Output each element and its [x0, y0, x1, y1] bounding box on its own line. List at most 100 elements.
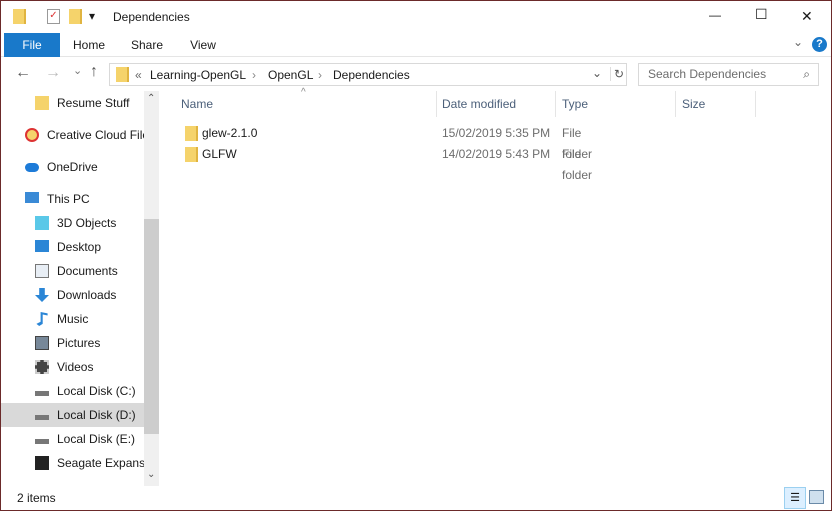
- window-title: Dependencies: [113, 10, 190, 24]
- breadcrumb-separator[interactable]: ›: [318, 68, 322, 82]
- file-date: 14/02/2019 5:43 PM: [442, 147, 551, 161]
- creative-cloud-icon: [25, 128, 39, 142]
- sidebar-item[interactable]: 3D Objects: [1, 211, 144, 235]
- sidebar-item-label: Documents: [57, 264, 118, 278]
- breadcrumb-opengl[interactable]: OpenGL: [268, 68, 313, 82]
- refresh-button[interactable]: ↻: [610, 67, 624, 81]
- music-icon: [36, 312, 48, 326]
- sidebar-item[interactable]: Local Disk (D:): [1, 403, 144, 427]
- folder-icon: [116, 67, 129, 82]
- customize-qat-icon[interactable]: ▾: [89, 9, 95, 23]
- sidebar-item[interactable]: Local Disk (C:): [1, 379, 144, 403]
- new-folder-icon[interactable]: [69, 9, 82, 24]
- maximize-button[interactable]: ☐: [755, 6, 768, 23]
- breadcrumb-learning-opengl[interactable]: Learning-OpenGL: [150, 68, 246, 82]
- recent-locations-button[interactable]: ⌄: [73, 64, 82, 77]
- sidebar-item[interactable]: Resume Stuff: [1, 91, 144, 115]
- sidebar-item[interactable]: Local Disk (E:): [1, 427, 144, 451]
- item-count: 2 items: [17, 491, 56, 505]
- sidebar-item-label: Pictures: [57, 336, 101, 350]
- scroll-down-icon[interactable]: ⌄: [147, 469, 155, 480]
- file-type: File folder: [562, 147, 593, 182]
- sidebar-item-label: Local Disk (C:): [57, 384, 136, 398]
- navigation-bar: ← → ⌄ ↑ « Learning-OpenGL › OpenGL › Dep…: [1, 59, 831, 89]
- file-row[interactable]: GLFW 14/02/2019 5:43 PM File folder: [179, 144, 599, 182]
- close-button[interactable]: ✕: [801, 8, 813, 25]
- minimize-button[interactable]: —: [709, 8, 721, 22]
- column-header-name[interactable]: Name: [175, 91, 437, 117]
- pc-icon: [25, 192, 39, 203]
- sidebar-item[interactable]: Documents: [1, 259, 144, 283]
- address-bar[interactable]: « Learning-OpenGL › OpenGL › Dependencie…: [109, 63, 627, 86]
- disk-icon: [35, 415, 49, 420]
- address-dropdown-icon[interactable]: ⌄: [592, 66, 602, 80]
- sidebar-item[interactable]: Downloads: [1, 283, 144, 307]
- documents-icon: [35, 264, 49, 278]
- sidebar-item[interactable]: Seagate Expansion Drive: [1, 451, 144, 475]
- external-drive-icon: [35, 456, 49, 470]
- status-bar: 2 items ☰: [1, 487, 831, 511]
- sidebar-item[interactable]: Music: [1, 307, 144, 331]
- forward-button[interactable]: →: [45, 64, 61, 82]
- back-button[interactable]: ←: [15, 64, 31, 82]
- file-name: glew-2.1.0: [202, 126, 258, 140]
- scroll-up-icon[interactable]: ⌃: [147, 93, 155, 104]
- tab-file[interactable]: File: [4, 33, 60, 57]
- sidebar-item-label: Local Disk (D:): [57, 408, 136, 422]
- folder-icon: [13, 9, 26, 24]
- large-icons-view-button[interactable]: [809, 490, 824, 504]
- file-name: GLFW: [202, 147, 237, 161]
- sidebar-item-label: OneDrive: [47, 160, 98, 174]
- sidebar-item-label: Resume Stuff: [57, 96, 130, 110]
- ribbon: File Home Share View ⌄ ?: [1, 33, 831, 57]
- sidebar-item-label: Desktop: [57, 240, 102, 254]
- folder-icon: [185, 147, 198, 162]
- sidebar-item[interactable]: This PC: [1, 187, 144, 211]
- search-input[interactable]: Search Dependencies ⌕: [638, 63, 819, 86]
- help-icon[interactable]: ?: [812, 37, 827, 52]
- scrollbar-thumb[interactable]: [144, 219, 159, 434]
- file-row[interactable]: glew-2.1.0 15/02/2019 5:35 PM File folder: [179, 123, 599, 161]
- file-date: 15/02/2019 5:35 PM: [442, 126, 551, 140]
- sidebar-item[interactable]: Videos: [1, 355, 144, 379]
- search-icon: ⌕: [803, 67, 810, 81]
- tab-view[interactable]: View: [185, 33, 221, 57]
- sidebar-item-label: Seagate Expansion Drive: [57, 456, 144, 470]
- sidebar-item-label: This PC: [47, 192, 90, 206]
- sidebar-item[interactable]: OneDrive: [1, 155, 144, 179]
- tab-share[interactable]: Share: [127, 33, 167, 57]
- sidebar-item-label: Music: [57, 312, 89, 326]
- sidebar-item[interactable]: Pictures: [1, 331, 144, 355]
- videos-icon: [35, 360, 49, 374]
- column-header-date[interactable]: Date modified: [436, 91, 556, 117]
- sidebar-scrollbar[interactable]: ⌃ ⌄: [144, 91, 159, 486]
- folder-icon: [185, 126, 198, 141]
- sidebar-item-label: Local Disk (E:): [57, 432, 136, 446]
- column-header-type[interactable]: Type: [556, 91, 676, 117]
- desktop-icon: [35, 240, 49, 252]
- up-button[interactable]: ↑: [90, 63, 98, 81]
- sidebar-item-label: 3D Objects: [57, 216, 117, 230]
- sidebar-item-label: Videos: [57, 360, 94, 374]
- sidebar-item-label: Downloads: [57, 288, 117, 302]
- folder-icon: [35, 96, 49, 110]
- details-view-button[interactable]: ☰: [784, 487, 806, 509]
- navigation-pane: Resume Stuff Creative Cloud Files OneDrive…: [1, 91, 159, 486]
- sidebar-item[interactable]: Desktop: [1, 235, 144, 259]
- disk-icon: [35, 391, 49, 396]
- breadcrumb-separator[interactable]: ›: [252, 68, 256, 82]
- expand-ribbon-icon[interactable]: ⌄: [793, 35, 803, 49]
- column-header-size[interactable]: Size: [676, 91, 756, 117]
- search-placeholder: Search Dependencies: [648, 67, 767, 81]
- downloads-icon: [35, 288, 49, 302]
- 3d-objects-icon: [35, 216, 49, 230]
- overflow-chevron[interactable]: «: [135, 68, 142, 82]
- title-bar: ✓ ▾ Dependencies — ☐ ✕: [1, 1, 831, 33]
- sidebar-item-label: Creative Cloud Files: [47, 128, 144, 142]
- tab-home[interactable]: Home: [67, 33, 111, 57]
- breadcrumb-dependencies[interactable]: Dependencies: [333, 68, 410, 82]
- onedrive-icon: [25, 163, 39, 172]
- properties-icon[interactable]: ✓: [47, 9, 60, 24]
- sidebar-item[interactable]: Creative Cloud Files: [1, 123, 144, 147]
- disk-icon: [35, 439, 49, 444]
